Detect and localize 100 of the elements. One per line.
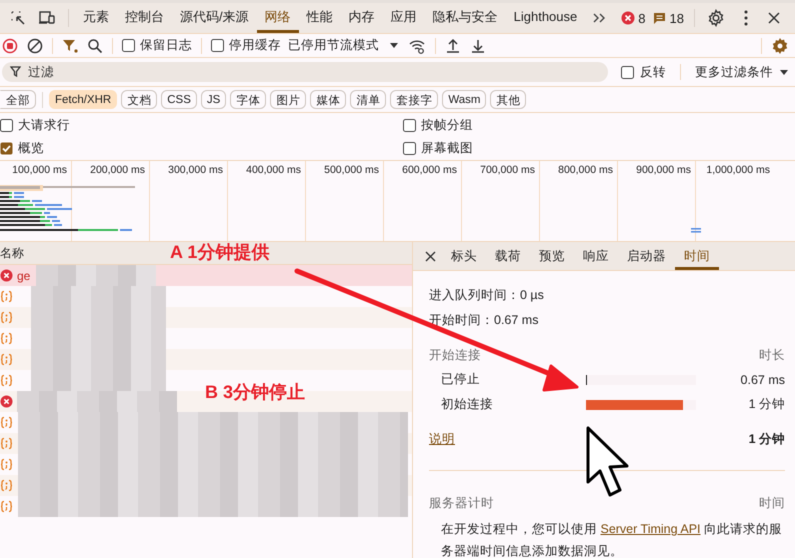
checkbox[interactable] <box>211 39 224 52</box>
panel-tab[interactable]: 元素 <box>75 3 117 33</box>
detail-tab[interactable]: 载荷 <box>486 242 530 270</box>
xhr-icon <box>0 374 13 387</box>
time-tick-label: 400,000 ms <box>246 164 301 176</box>
xhr-icon <box>0 332 13 345</box>
phase-label: 已停止 <box>441 371 481 388</box>
more-filters-label: 更多过滤条件 <box>695 64 773 80</box>
column-header: 时长 <box>759 346 785 364</box>
upload-icon[interactable] <box>445 38 461 54</box>
checkbox-label: 停用缓存 <box>229 37 281 54</box>
panel-tab[interactable]: 应用 <box>382 3 425 33</box>
phase-duration: 1 分钟 <box>748 396 785 413</box>
phase-label: 初始连接 <box>441 396 494 413</box>
type-filter[interactable]: Wasm <box>442 90 486 109</box>
issues-counter[interactable]: 8 18 <box>613 10 684 26</box>
xhr-icon <box>0 416 13 429</box>
network-conditions-icon[interactable] <box>408 38 426 54</box>
detail-tab[interactable]: 标头 <box>442 242 486 270</box>
panel-tab[interactable]: Lighthouse <box>506 3 586 33</box>
request-row[interactable]: ge <box>0 265 412 286</box>
panel-tab[interactable]: 源代码/来源 <box>172 3 257 33</box>
checkbox[interactable] <box>621 66 634 78</box>
settings-icon[interactable] <box>771 36 789 54</box>
type-filter[interactable]: 字体 <box>230 90 266 109</box>
queued-time: 进入队列时间：0 µs <box>429 287 544 304</box>
search-icon[interactable] <box>87 38 103 54</box>
time-tick-label: 1,000,000 ms <box>706 164 770 176</box>
close-icon[interactable] <box>766 11 781 25</box>
detail-tab[interactable]: 响应 <box>574 242 618 270</box>
filter-icon[interactable] <box>62 38 78 54</box>
message-count: 18 <box>669 10 684 26</box>
type-filter[interactable]: 图片 <box>270 90 306 109</box>
type-filter[interactable]: 媒体 <box>310 90 346 109</box>
error-icon <box>0 269 13 282</box>
checkbox[interactable] <box>403 142 416 155</box>
time-tick-label: 200,000 ms <box>90 164 145 176</box>
detail-tab[interactable]: 启动器 <box>618 242 675 270</box>
panel-tab[interactable]: 隐私与安全 <box>424 3 506 33</box>
dropdown-caret-icon <box>389 42 399 49</box>
time-tick-label: 500,000 ms <box>324 164 379 176</box>
mouse-pointer-icon <box>586 426 628 496</box>
time-tick-label: 300,000 ms <box>168 164 223 176</box>
checkbox[interactable] <box>0 119 13 132</box>
checkbox-label: 概览 <box>18 140 44 157</box>
clear-icon[interactable] <box>27 38 43 54</box>
type-filter[interactable]: 文档 <box>121 90 158 109</box>
type-filter[interactable]: Fetch/XHR <box>49 90 118 109</box>
inspect-icon[interactable] <box>10 10 26 26</box>
type-filter[interactable]: 清单 <box>350 90 386 109</box>
detail-tab[interactable]: 时间 <box>675 242 719 270</box>
error-icon <box>621 11 636 25</box>
checkbox-label: 屏幕截图 <box>421 140 473 157</box>
time-tick-label: 100,000 ms <box>12 164 67 176</box>
type-filter[interactable]: CSS <box>161 90 197 109</box>
stop-recording-icon[interactable] <box>2 38 18 54</box>
time-tick-label: 900,000 ms <box>636 164 691 176</box>
close-icon[interactable] <box>425 250 436 262</box>
error-count: 8 <box>638 10 646 26</box>
type-filter[interactable]: 其他 <box>490 90 526 109</box>
error-icon <box>0 395 13 408</box>
time-tick-label: 700,000 ms <box>480 164 535 176</box>
panel-tab[interactable]: 内存 <box>340 3 383 33</box>
xhr-icon <box>0 290 13 303</box>
detail-tab[interactable]: 预览 <box>530 242 574 270</box>
section-title: 服务器计时 <box>429 494 494 512</box>
type-filter[interactable]: 全部 <box>0 90 36 109</box>
panel-tab[interactable]: 网络 <box>256 3 299 33</box>
message-icon <box>653 11 666 25</box>
filter-icon <box>10 66 21 77</box>
filter-field[interactable]: 过滤 <box>2 62 608 82</box>
xhr-icon <box>0 458 13 471</box>
checkbox[interactable] <box>122 39 135 52</box>
section-title: 开始连接 <box>429 346 481 364</box>
annotation-label: B 3分钟停止 <box>205 381 306 404</box>
type-filter[interactable]: JS <box>200 90 226 109</box>
throttling-label: 已停用节流模式 <box>288 37 379 54</box>
column-header[interactable]: 名称 <box>0 244 24 262</box>
request-name[interactable]: ge <box>17 268 30 282</box>
checkbox[interactable] <box>403 119 416 132</box>
checkbox-label: 按帧分组 <box>421 117 473 134</box>
more-filters-dropdown[interactable]: 更多过滤条件 <box>695 64 789 80</box>
settings-icon[interactable] <box>706 9 725 27</box>
panel-tab[interactable]: 性能 <box>298 3 341 33</box>
server-timing-link[interactable]: Server Timing API <box>600 522 701 536</box>
type-filter[interactable]: 套接字 <box>390 90 438 109</box>
explanation-link[interactable]: 说明 <box>429 430 455 448</box>
xhr-icon <box>0 500 13 513</box>
xhr-icon <box>0 437 13 450</box>
time-tick-label: 600,000 ms <box>402 164 457 176</box>
checkbox[interactable] <box>0 142 13 155</box>
device-toolbar-icon[interactable] <box>38 10 56 26</box>
xhr-icon <box>0 353 13 366</box>
server-timing-description: 在开发过程中，您可以使用 Server Timing API 向此请求的服务器端时间信息添加数据洞见。 <box>440 521 784 558</box>
annotation-label: A 1分钟提供 <box>170 241 270 264</box>
download-icon[interactable] <box>470 38 486 54</box>
more-options-icon[interactable] <box>742 9 749 27</box>
throttling-dropdown[interactable]: 已停用节流模式 <box>288 37 399 54</box>
panel-tab[interactable]: 控制台 <box>117 3 172 33</box>
dropdown-caret-icon <box>779 68 789 76</box>
